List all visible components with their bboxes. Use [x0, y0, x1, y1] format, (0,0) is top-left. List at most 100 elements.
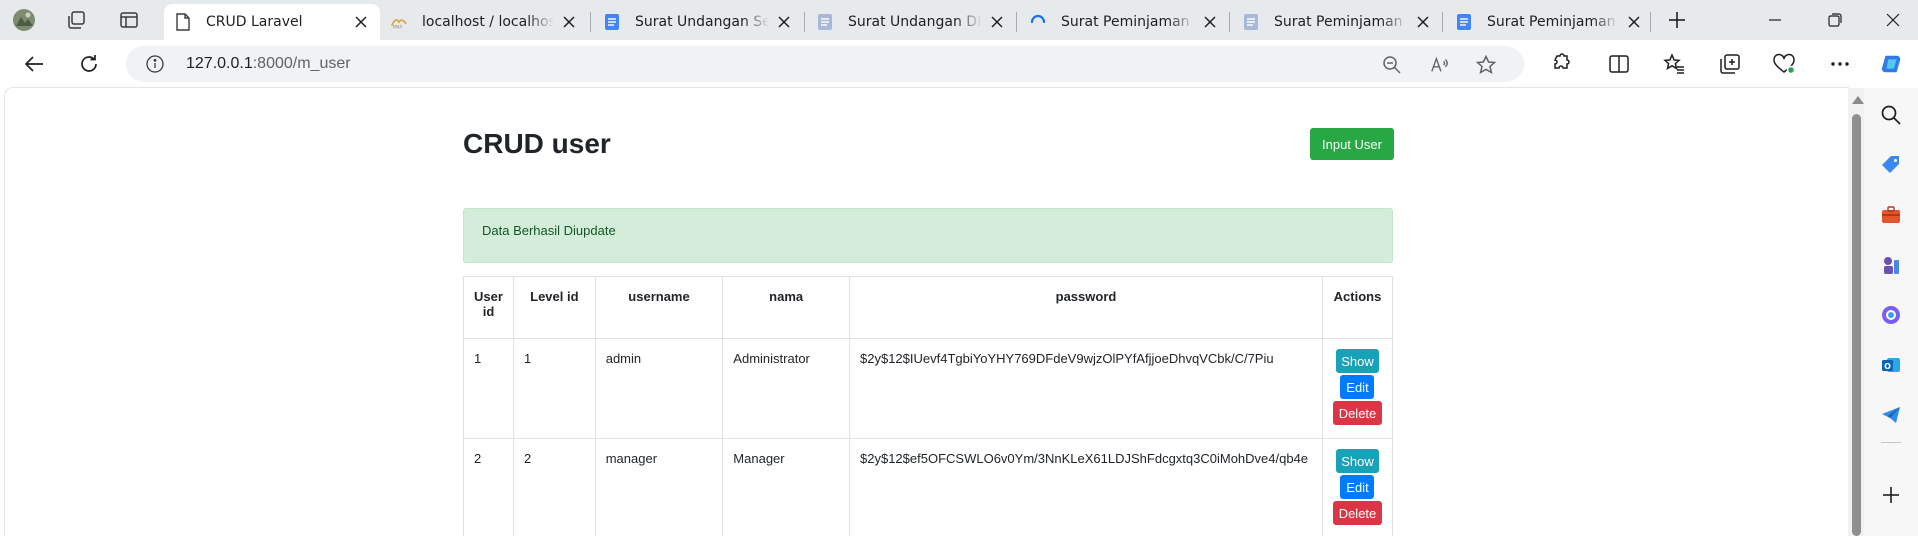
docs-icon — [603, 13, 621, 31]
close-icon[interactable] — [1414, 13, 1432, 31]
show-button[interactable]: Show — [1335, 449, 1379, 473]
read-aloud-icon[interactable] — [1430, 55, 1450, 75]
tab-label: Surat Peminjaman B — [1487, 14, 1619, 30]
close-icon[interactable] — [352, 13, 370, 31]
tab-bar: CRUD Laravel PMA localhost / localhost S… — [0, 0, 1918, 40]
table-row: 2 2 manager Manager $2y$12$ef5OFCSWLO6v0… — [463, 438, 1394, 536]
search-icon[interactable] — [1879, 103, 1903, 127]
edit-button[interactable]: Edit — [1340, 375, 1375, 399]
users-table: User id Level id username nama password … — [463, 276, 1394, 536]
cell-nama: Manager — [722, 438, 851, 536]
cell-actions: Show Edit Delete — [1321, 338, 1394, 439]
tab-phpmyadmin[interactable]: PMA localhost / localhost — [380, 4, 588, 40]
header-actions: Actions — [1321, 276, 1394, 339]
show-button[interactable]: Show — [1335, 349, 1379, 373]
docs-icon — [1455, 13, 1473, 31]
restore-icon[interactable] — [1822, 8, 1848, 32]
tab-surat-peminjaman-2[interactable]: Surat Peminjaman B — [1232, 4, 1442, 40]
cell-level-id: 2 — [512, 438, 596, 536]
web-viewport: CRUD user Input User Data Berhasil Diupd… — [5, 88, 1848, 536]
favorite-star-icon[interactable] — [1476, 55, 1496, 75]
table-header-row: User id Level id username nama password … — [463, 276, 1394, 339]
tab-label: CRUD Laravel — [206, 14, 303, 30]
tab-crud-laravel[interactable]: CRUD Laravel — [164, 4, 380, 40]
browser-toolbar: 127.0.0.1:8000/m_user — [0, 40, 1918, 88]
vertical-scrollbar[interactable] — [1848, 88, 1864, 536]
cell-username: admin — [594, 338, 724, 439]
url-path: :8000/m_user — [252, 55, 351, 72]
extensions-icon[interactable] — [1548, 52, 1572, 76]
page-title: CRUD user — [463, 128, 611, 159]
split-screen-icon[interactable] — [1607, 52, 1631, 76]
tab-label: Surat Undangan DP — [848, 14, 982, 30]
workspaces-icon[interactable] — [64, 8, 88, 32]
tab-actions-icon[interactable] — [117, 8, 141, 32]
success-alert: Data Berhasil Diupdate — [463, 208, 1393, 263]
info-icon[interactable] — [146, 55, 164, 73]
header-user-id: User id — [463, 276, 514, 339]
telegram-send-icon[interactable] — [1879, 403, 1903, 427]
page-icon — [174, 13, 192, 31]
cell-password: $2y$12$ef5OFCSWLO6v0Ym/3NnKLeX61LDJShFdc… — [849, 438, 1323, 536]
header-username: username — [594, 276, 724, 339]
cell-password: $2y$12$IUevf4TgbiYoYHY769DFdeV9wjzOlPYfA… — [849, 338, 1323, 439]
header-level-id: Level id — [512, 276, 596, 339]
svg-text:PMA: PMA — [393, 24, 404, 30]
phpmyadmin-icon: PMA — [390, 13, 408, 31]
zoom-out-icon[interactable] — [1382, 55, 1402, 75]
collections-icon[interactable] — [1718, 52, 1742, 76]
tab-label: localhost / localhost — [422, 14, 554, 30]
tab-label: Surat Peminjaman B — [1274, 14, 1408, 30]
shopping-tag-icon[interactable] — [1879, 153, 1903, 177]
cell-user-id: 2 — [463, 438, 514, 536]
delete-button[interactable]: Delete — [1332, 501, 1382, 525]
copilot-icon[interactable] — [1880, 52, 1904, 76]
favorites-icon[interactable] — [1662, 52, 1686, 76]
tools-briefcase-icon[interactable] — [1879, 203, 1903, 227]
close-icon[interactable] — [1201, 13, 1219, 31]
cell-actions: Show Edit Delete — [1321, 438, 1394, 536]
header-password: password — [849, 276, 1323, 339]
copilot-sidebar-icon[interactable] — [1879, 303, 1903, 327]
tab-surat-undangan-dp[interactable]: Surat Undangan DP — [806, 4, 1016, 40]
tab-label: Surat Undangan Sel — [635, 14, 769, 30]
back-icon[interactable] — [20, 50, 48, 78]
delete-button[interactable]: Delete — [1332, 401, 1382, 425]
browser-essentials-icon[interactable] — [1772, 52, 1796, 76]
edit-button[interactable]: Edit — [1340, 475, 1375, 499]
header-nama: nama — [722, 276, 851, 339]
svg-text:O: O — [1884, 362, 1891, 371]
games-icon[interactable] — [1879, 253, 1903, 277]
scroll-up-arrow-icon[interactable] — [1852, 96, 1864, 104]
outlook-icon[interactable]: O — [1879, 353, 1903, 377]
close-icon[interactable] — [988, 13, 1006, 31]
minimize-icon[interactable] — [1762, 8, 1788, 32]
docs-icon-gray — [816, 13, 834, 31]
sidebar-divider — [1881, 442, 1901, 443]
tab-surat-peminjaman-3[interactable]: Surat Peminjaman B — [1445, 4, 1653, 40]
cell-user-id: 1 — [463, 338, 514, 439]
refresh-icon[interactable] — [75, 50, 103, 78]
input-user-button[interactable]: Input User — [1310, 128, 1394, 160]
docs-icon-gray — [1242, 13, 1260, 31]
close-icon[interactable] — [1625, 13, 1643, 31]
cell-nama: Administrator — [722, 338, 851, 439]
url-text[interactable]: 127.0.0.1:8000/m_user — [186, 55, 351, 73]
table-row: 1 1 admin Administrator $2y$12$IUevf4Tgb… — [463, 338, 1394, 439]
tab-label: Surat Peminjaman B — [1061, 14, 1195, 30]
close-icon[interactable] — [775, 13, 793, 31]
add-sidebar-app-icon[interactable] — [1879, 483, 1903, 507]
tab-surat-undangan-sel[interactable]: Surat Undangan Sel — [593, 4, 803, 40]
url-host: 127.0.0.1 — [186, 55, 253, 72]
new-tab-icon[interactable] — [1665, 8, 1689, 32]
address-bar[interactable]: 127.0.0.1:8000/m_user — [126, 46, 1524, 82]
more-options-icon[interactable] — [1828, 52, 1852, 76]
edge-sidebar: O — [1864, 88, 1918, 536]
cell-level-id: 1 — [512, 338, 596, 439]
loading-icon — [1029, 13, 1047, 31]
profile-avatar-icon[interactable] — [12, 8, 36, 32]
close-window-icon[interactable] — [1880, 8, 1906, 32]
scroll-thumb[interactable] — [1852, 114, 1861, 536]
tab-surat-peminjaman-1[interactable]: Surat Peminjaman B — [1019, 4, 1229, 40]
close-icon[interactable] — [560, 13, 578, 31]
